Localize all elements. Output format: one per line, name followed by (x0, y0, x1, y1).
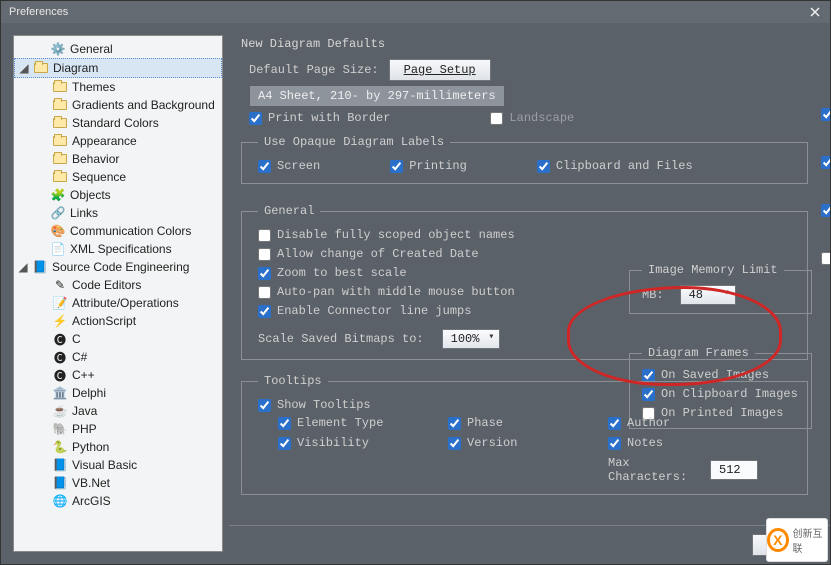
tree-vb[interactable]: 📘Visual Basic (14, 456, 222, 474)
disable-scoped-checkbox[interactable]: Disable fully scoped object names (258, 228, 797, 242)
tree-diagram[interactable]: ◢Diagram (14, 58, 222, 78)
tree-appearance[interactable]: Appearance (14, 132, 222, 150)
tree-general[interactable]: ⚙️General (14, 40, 222, 58)
python-icon: 🐍 (52, 439, 68, 455)
tree-delphi[interactable]: 🏛️Delphi (14, 384, 222, 402)
xml-icon: 📄 (50, 241, 66, 257)
page-size-label: Default Page Size: (249, 63, 379, 77)
folder-icon (52, 169, 68, 185)
tree-commcolors[interactable]: 🎨Communication Colors (14, 222, 222, 240)
tree-actionscript[interactable]: ⚡ActionScript (14, 312, 222, 330)
tt-maxchars-input[interactable]: 512 (710, 460, 758, 480)
tree-java[interactable]: ☕Java (14, 402, 222, 420)
tree-sequence[interactable]: Sequence (14, 168, 222, 186)
opaque-printing-checkbox[interactable]: Printing (390, 159, 467, 173)
watermark-text: 创新互联 (793, 525, 827, 555)
tree-objects[interactable]: 🧩Objects (14, 186, 222, 204)
folder-icon (52, 79, 68, 95)
landscape-checkbox[interactable]: Landscape (490, 111, 574, 125)
close-icon[interactable] (808, 5, 822, 19)
titlebar: Preferences (1, 1, 830, 23)
tree-themes[interactable]: Themes (14, 78, 222, 96)
tree-cpp[interactable]: 🅒C++ (14, 366, 222, 384)
page-heading: New Diagram Defaults (241, 37, 814, 51)
page-setup-button[interactable]: Page Setup (389, 59, 491, 81)
delphi-icon: 🏛️ (52, 385, 68, 401)
tt-maxchars-label: Max Characters: (608, 456, 700, 484)
tree-vbnet[interactable]: 📘VB.Net (14, 474, 222, 492)
frames-legend: Diagram Frames (642, 346, 755, 360)
tt-version-checkbox[interactable]: Version (448, 436, 598, 450)
show-protected-checkbox[interactable]: Show Protected Features (821, 141, 830, 183)
objects-icon: 🧩 (50, 187, 66, 203)
cpp-icon: 🅒 (52, 367, 68, 383)
watermark-icon: X (767, 528, 789, 552)
tree-sce[interactable]: ◢📘Source Code Engineering (14, 258, 222, 276)
php-icon: 🐘 (52, 421, 68, 437)
show-tooltips-checkbox[interactable]: Show Tooltips (258, 398, 797, 412)
opaque-fieldset: Use Opaque Diagram Labels Screen Printin… (241, 135, 808, 184)
watermark: X 创新互联 (766, 518, 828, 562)
tree-csharp[interactable]: 🅒C# (14, 348, 222, 366)
palette-icon: 🎨 (50, 223, 66, 239)
page-size-value: A4 Sheet, 210- by 297-millimeters (249, 85, 505, 107)
folder-icon (52, 133, 68, 149)
folder-icon (52, 151, 68, 167)
tree-xmlspec[interactable]: 📄XML Specifications (14, 240, 222, 258)
footer: Close (229, 525, 830, 564)
vb-icon: 📘 (52, 457, 68, 473)
gear-icon: ⚙️ (50, 41, 66, 57)
as-icon: ⚡ (52, 313, 68, 329)
tree-codeed[interactable]: ✎Code Editors (14, 276, 222, 294)
tree-behavior[interactable]: Behavior (14, 150, 222, 168)
tree-arcgis[interactable]: 🌐ArcGIS (14, 492, 222, 510)
tooltips-fieldset: Tooltips Show Tooltips Element Type Phas… (241, 374, 808, 495)
general-legend: General (258, 204, 320, 218)
java-icon: ☕ (52, 403, 68, 419)
opaque-clipboard-checkbox[interactable]: Clipboard and Files (537, 159, 693, 173)
tt-elemtype-checkbox[interactable]: Element Type (278, 416, 438, 430)
tree-gradients[interactable]: Gradients and Background (14, 96, 222, 114)
window-title: Preferences (9, 6, 68, 18)
main-panel: New Diagram Defaults Default Page Size: … (229, 23, 830, 564)
tooltips-legend: Tooltips (258, 374, 328, 388)
memory-fieldset: Image Memory Limit MB: 48 (629, 263, 812, 314)
tree-attrop[interactable]: 📝Attribute/Operations (14, 294, 222, 312)
c-icon: 🅒 (52, 331, 68, 347)
tt-notes-checkbox[interactable]: Notes (608, 436, 758, 450)
mb-label: MB: (642, 288, 664, 302)
tree-c[interactable]: 🅒C (14, 330, 222, 348)
scale-saved-select[interactable]: 100% (442, 329, 501, 349)
folder-icon (33, 60, 49, 76)
preferences-tree[interactable]: ⚙️General ◢Diagram Themes Gradients and … (13, 35, 223, 552)
tree-php[interactable]: 🐘PHP (14, 420, 222, 438)
opaque-screen-checkbox[interactable]: Screen (258, 159, 320, 173)
vbnet-icon: 📘 (52, 475, 68, 491)
show-notes-checkbox[interactable]: Show Diagram Notes (821, 237, 830, 279)
code-icon: 📘 (32, 259, 48, 275)
memory-legend: Image Memory Limit (642, 263, 784, 277)
show-private-checkbox[interactable]: Show Private Features (821, 189, 830, 231)
tt-author-checkbox[interactable]: Author (608, 416, 758, 430)
show-public-checkbox[interactable]: Show Public Features (821, 93, 830, 135)
edit-icon: ✎ (52, 277, 68, 293)
tree-python[interactable]: 🐍Python (14, 438, 222, 456)
attr-icon: 📝 (52, 295, 68, 311)
arcgis-icon: 🌐 (52, 493, 68, 509)
tree-links[interactable]: 🔗Links (14, 204, 222, 222)
tt-visibility-checkbox[interactable]: Visibility (278, 436, 438, 450)
tt-phase-checkbox[interactable]: Phase (448, 416, 598, 430)
mb-select[interactable]: 48 (680, 285, 736, 305)
csharp-icon: 🅒 (52, 349, 68, 365)
tree-stdcolors[interactable]: Standard Colors (14, 114, 222, 132)
folder-icon (52, 97, 68, 113)
links-icon: 🔗 (50, 205, 66, 221)
scale-saved-label: Scale Saved Bitmaps to: (258, 332, 424, 346)
print-border-checkbox[interactable]: Print with Border (249, 111, 390, 125)
opaque-legend: Use Opaque Diagram Labels (258, 135, 450, 149)
folder-icon (52, 115, 68, 131)
